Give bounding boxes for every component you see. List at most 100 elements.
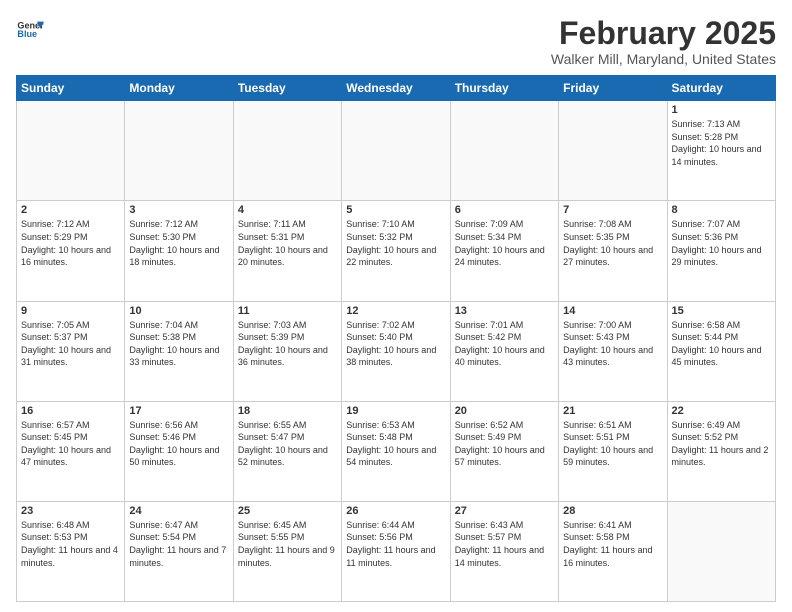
logo-icon: General Blue xyxy=(16,16,44,44)
calendar-week-1: 1Sunrise: 7:13 AM Sunset: 5:28 PM Daylig… xyxy=(17,101,776,201)
day-header-thursday: Thursday xyxy=(450,76,558,101)
day-number: 15 xyxy=(672,305,771,317)
calendar-cell xyxy=(342,101,450,201)
day-info: Sunrise: 6:44 AM Sunset: 5:56 PM Dayligh… xyxy=(346,519,445,569)
day-number: 27 xyxy=(455,505,554,517)
calendar-cell: 2 Sunrise: 7:12 AM Sunset: 5:29 PM Daylig… xyxy=(17,201,125,301)
day-number: 23 xyxy=(21,505,120,517)
calendar-cell: 20 Sunrise: 6:52 AM Sunset: 5:49 PM Dayli… xyxy=(450,401,558,501)
calendar-cell: 19Sunrise: 6:53 AM Sunset: 5:48 PM Dayli… xyxy=(342,401,450,501)
day-header-friday: Friday xyxy=(559,76,667,101)
day-number: 20 xyxy=(455,405,554,417)
day-info: Sunrise: 6:55 AM Sunset: 5:47 PM Dayligh… xyxy=(238,419,337,469)
day-number: 2 xyxy=(21,204,120,216)
day-header-tuesday: Tuesday xyxy=(233,76,341,101)
day-info: Sunrise: 6:52 AM Sunset: 5:49 PM Dayligh… xyxy=(455,419,554,469)
calendar-cell: 17 Sunrise: 6:56 AM Sunset: 5:46 PM Dayli… xyxy=(125,401,233,501)
calendar-cell xyxy=(667,501,775,601)
day-number: 9 xyxy=(21,305,120,317)
calendar-week-5: 23 Sunrise: 6:48 AM Sunset: 5:53 PM Dayli… xyxy=(17,501,776,601)
day-info: Sunrise: 7:13 AM Sunset: 5:28 PM Dayligh… xyxy=(672,118,771,168)
day-number: 4 xyxy=(238,204,337,216)
title-block: February 2025 Walker Mill, Maryland, Uni… xyxy=(551,16,776,67)
day-number: 18 xyxy=(238,405,337,417)
page: General Blue February 2025 Walker Mill, … xyxy=(0,0,792,612)
day-number: 25 xyxy=(238,505,337,517)
calendar-cell: 5 Sunrise: 7:10 AM Sunset: 5:32 PM Daylig… xyxy=(342,201,450,301)
calendar-cell: 18 Sunrise: 6:55 AM Sunset: 5:47 PM Dayli… xyxy=(233,401,341,501)
calendar-header-row: SundayMondayTuesdayWednesdayThursdayFrid… xyxy=(17,76,776,101)
subtitle: Walker Mill, Maryland, United States xyxy=(551,51,776,67)
day-number: 6 xyxy=(455,204,554,216)
calendar-cell: 15 Sunrise: 6:58 AM Sunset: 5:44 PM Dayli… xyxy=(667,301,775,401)
day-header-sunday: Sunday xyxy=(17,76,125,101)
day-info: Sunrise: 7:07 AM Sunset: 5:36 PM Dayligh… xyxy=(672,218,771,268)
day-number: 14 xyxy=(563,305,662,317)
day-number: 12 xyxy=(346,305,445,317)
logo: General Blue xyxy=(16,16,44,44)
calendar-cell: 13 Sunrise: 7:01 AM Sunset: 5:42 PM Dayli… xyxy=(450,301,558,401)
day-number: 21 xyxy=(563,405,662,417)
day-info: Sunrise: 7:01 AM Sunset: 5:42 PM Dayligh… xyxy=(455,319,554,369)
calendar-week-2: 2 Sunrise: 7:12 AM Sunset: 5:29 PM Daylig… xyxy=(17,201,776,301)
day-header-wednesday: Wednesday xyxy=(342,76,450,101)
calendar-cell: 21 Sunrise: 6:51 AM Sunset: 5:51 PM Dayli… xyxy=(559,401,667,501)
day-info: Sunrise: 6:56 AM Sunset: 5:46 PM Dayligh… xyxy=(129,419,228,469)
day-info: Sunrise: 7:02 AM Sunset: 5:40 PM Dayligh… xyxy=(346,319,445,369)
day-info: Sunrise: 7:04 AM Sunset: 5:38 PM Dayligh… xyxy=(129,319,228,369)
day-info: Sunrise: 7:00 AM Sunset: 5:43 PM Dayligh… xyxy=(563,319,662,369)
day-number: 8 xyxy=(672,204,771,216)
day-number: 5 xyxy=(346,204,445,216)
day-info: Sunrise: 7:03 AM Sunset: 5:39 PM Dayligh… xyxy=(238,319,337,369)
day-info: Sunrise: 7:05 AM Sunset: 5:37 PM Dayligh… xyxy=(21,319,120,369)
day-number: 28 xyxy=(563,505,662,517)
day-info: Sunrise: 6:48 AM Sunset: 5:53 PM Dayligh… xyxy=(21,519,120,569)
svg-text:Blue: Blue xyxy=(17,29,37,39)
calendar-cell: 11Sunrise: 7:03 AM Sunset: 5:39 PM Dayli… xyxy=(233,301,341,401)
day-header-monday: Monday xyxy=(125,76,233,101)
calendar-cell: 25 Sunrise: 6:45 AM Sunset: 5:55 PM Dayli… xyxy=(233,501,341,601)
day-info: Sunrise: 6:51 AM Sunset: 5:51 PM Dayligh… xyxy=(563,419,662,469)
calendar-cell: 28 Sunrise: 6:41 AM Sunset: 5:58 PM Dayli… xyxy=(559,501,667,601)
day-header-saturday: Saturday xyxy=(667,76,775,101)
day-info: Sunrise: 6:45 AM Sunset: 5:55 PM Dayligh… xyxy=(238,519,337,569)
calendar-cell: 8 Sunrise: 7:07 AM Sunset: 5:36 PM Daylig… xyxy=(667,201,775,301)
day-number: 17 xyxy=(129,405,228,417)
day-number: 24 xyxy=(129,505,228,517)
calendar-cell xyxy=(125,101,233,201)
calendar-week-4: 16 Sunrise: 6:57 AM Sunset: 5:45 PM Dayli… xyxy=(17,401,776,501)
day-number: 22 xyxy=(672,405,771,417)
calendar-table: SundayMondayTuesdayWednesdayThursdayFrid… xyxy=(16,75,776,602)
day-info: Sunrise: 6:58 AM Sunset: 5:44 PM Dayligh… xyxy=(672,319,771,369)
calendar-cell: 6 Sunrise: 7:09 AM Sunset: 5:34 PM Daylig… xyxy=(450,201,558,301)
calendar-cell: 1Sunrise: 7:13 AM Sunset: 5:28 PM Daylig… xyxy=(667,101,775,201)
calendar-cell: 12 Sunrise: 7:02 AM Sunset: 5:40 PM Dayli… xyxy=(342,301,450,401)
day-info: Sunrise: 7:11 AM Sunset: 5:31 PM Dayligh… xyxy=(238,218,337,268)
day-info: Sunrise: 7:09 AM Sunset: 5:34 PM Dayligh… xyxy=(455,218,554,268)
calendar-cell xyxy=(450,101,558,201)
day-number: 3 xyxy=(129,204,228,216)
day-info: Sunrise: 6:57 AM Sunset: 5:45 PM Dayligh… xyxy=(21,419,120,469)
day-info: Sunrise: 6:47 AM Sunset: 5:54 PM Dayligh… xyxy=(129,519,228,569)
day-number: 16 xyxy=(21,405,120,417)
calendar-cell: 7Sunrise: 7:08 AM Sunset: 5:35 PM Daylig… xyxy=(559,201,667,301)
calendar-cell: 26 Sunrise: 6:44 AM Sunset: 5:56 PM Dayli… xyxy=(342,501,450,601)
calendar-cell xyxy=(559,101,667,201)
day-info: Sunrise: 6:49 AM Sunset: 5:52 PM Dayligh… xyxy=(672,419,771,469)
day-info: Sunrise: 7:12 AM Sunset: 5:29 PM Dayligh… xyxy=(21,218,120,268)
day-number: 26 xyxy=(346,505,445,517)
day-info: Sunrise: 6:41 AM Sunset: 5:58 PM Dayligh… xyxy=(563,519,662,569)
calendar-cell xyxy=(233,101,341,201)
calendar-cell: 27Sunrise: 6:43 AM Sunset: 5:57 PM Dayli… xyxy=(450,501,558,601)
main-title: February 2025 xyxy=(551,16,776,51)
calendar-cell: 4 Sunrise: 7:11 AM Sunset: 5:31 PM Daylig… xyxy=(233,201,341,301)
calendar-cell: 23 Sunrise: 6:48 AM Sunset: 5:53 PM Dayli… xyxy=(17,501,125,601)
day-number: 13 xyxy=(455,305,554,317)
day-info: Sunrise: 7:10 AM Sunset: 5:32 PM Dayligh… xyxy=(346,218,445,268)
day-number: 10 xyxy=(129,305,228,317)
calendar-cell: 24 Sunrise: 6:47 AM Sunset: 5:54 PM Dayli… xyxy=(125,501,233,601)
day-info: Sunrise: 7:12 AM Sunset: 5:30 PM Dayligh… xyxy=(129,218,228,268)
calendar-cell: 14 Sunrise: 7:00 AM Sunset: 5:43 PM Dayli… xyxy=(559,301,667,401)
day-info: Sunrise: 7:08 AM Sunset: 5:35 PM Dayligh… xyxy=(563,218,662,268)
calendar-week-3: 9 Sunrise: 7:05 AM Sunset: 5:37 PM Daylig… xyxy=(17,301,776,401)
